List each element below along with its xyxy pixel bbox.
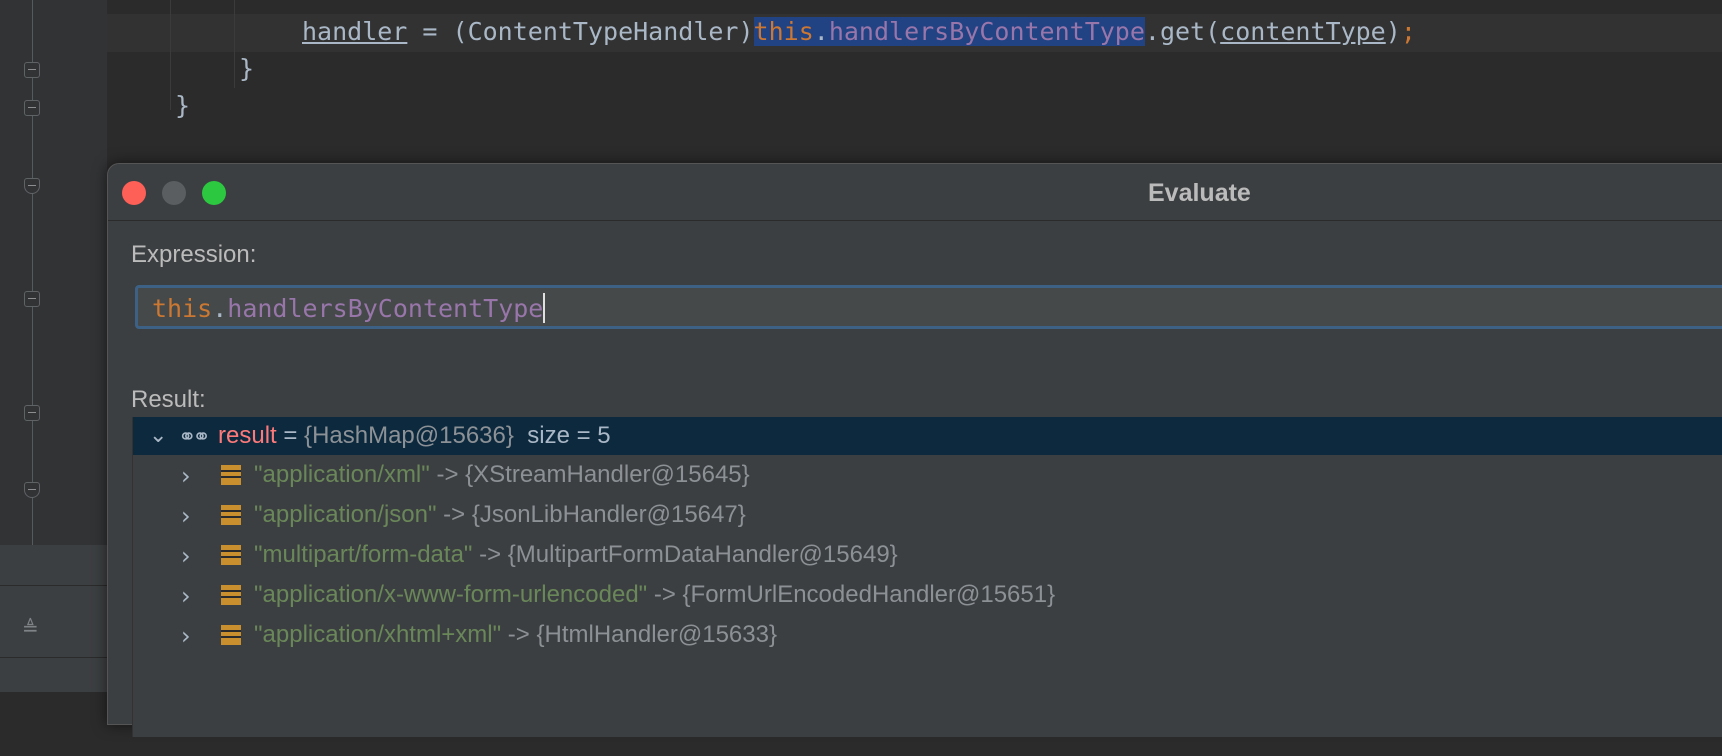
code-field: handlersByContentType: [828, 17, 1145, 46]
entry-text: "application/xhtml+xml" -> {HtmlHandler@…: [254, 621, 777, 649]
code-semicolon: ;: [1400, 17, 1416, 46]
chevron-right-icon[interactable]: ›: [181, 582, 191, 610]
result-label: Result:: [131, 386, 206, 413]
code-keyword: this: [753, 17, 814, 46]
entry-key: "application/xml": [254, 461, 430, 488]
code-identifier: handler: [302, 17, 408, 46]
entry-text: "application/x-www-form-urlencoded" -> {…: [254, 581, 1055, 609]
entry-value: {FormUrlEncodedHandler@15651}: [682, 581, 1056, 608]
tree-row-entry[interactable]: › "application/xml" -> {XStreamHandler@1…: [133, 456, 1722, 494]
chevron-right-icon[interactable]: ›: [181, 502, 191, 530]
dialog-titlebar[interactable]: Evaluate: [108, 164, 1722, 221]
code-text: .get(: [1144, 17, 1221, 46]
chevron-down-icon[interactable]: ⌄: [149, 423, 167, 448]
code-text: .: [813, 17, 829, 46]
code-text: ): [1385, 17, 1401, 46]
tree-row-entry[interactable]: › "application/json" -> {JsonLibHandler@…: [133, 496, 1722, 534]
fold-marker-icon[interactable]: [24, 405, 40, 421]
divider: [0, 585, 107, 586]
expression-input[interactable]: this.handlersByContentType: [135, 285, 1722, 329]
selected-code: this.handlersByContentType: [753, 17, 1145, 46]
entry-key: "application/json": [254, 501, 437, 528]
variable-name: result: [218, 422, 277, 449]
tree-row-result[interactable]: ⌄ ⚭⚭ result = {HashMap@15636} size = 5: [133, 417, 1722, 455]
equals-sign: =: [276, 422, 305, 449]
text-caret: [543, 293, 546, 323]
map-entry-icon: [221, 505, 241, 525]
minimize-window-button[interactable]: [162, 181, 186, 205]
tree-row-entry[interactable]: › "application/x-www-form-urlencoded" ->…: [133, 576, 1722, 614]
expression-text: this.handlersByContentType: [152, 293, 546, 323]
indent-guide: [234, 0, 235, 88]
entry-value: {MultipartFormDataHandler@15649}: [507, 541, 898, 568]
dialog-title: Evaluate: [1148, 179, 1251, 207]
entry-value: {HtmlHandler@15633}: [536, 621, 777, 648]
structure-icon[interactable]: ≜: [22, 616, 39, 640]
entry-arrow: ->: [429, 461, 466, 488]
fold-marker-icon[interactable]: [24, 62, 40, 78]
code-field: handlersByContentType: [227, 294, 544, 323]
result-tree: ⌄ ⚭⚭ result = {HashMap@15636} size = 5 ›…: [132, 417, 1722, 737]
fold-end-icon[interactable]: [24, 178, 40, 194]
entry-key: "application/x-www-form-urlencoded": [254, 581, 648, 608]
entry-text: "application/json" -> {JsonLibHandler@15…: [254, 501, 746, 529]
entry-value: {XStreamHandler@15645}: [465, 461, 750, 488]
tool-strip: [0, 545, 107, 692]
code-line[interactable]: handler = (ContentTypeHandler)this.handl…: [302, 17, 1416, 46]
entry-key: "application/xhtml+xml": [254, 621, 502, 648]
map-entry-icon: [221, 585, 241, 605]
fold-guide-line: [32, 0, 33, 545]
maximize-window-button[interactable]: [202, 181, 226, 205]
evaluate-dialog: Evaluate Expression: this.handlersByCont…: [107, 163, 1722, 737]
entry-value: {JsonLibHandler@15647}: [471, 501, 746, 528]
indent-guide: [170, 0, 171, 110]
map-entry-icon: [221, 545, 241, 565]
chevron-right-icon[interactable]: ›: [181, 462, 191, 490]
expression-label: Expression:: [131, 241, 257, 268]
fold-marker-icon[interactable]: [24, 100, 40, 116]
close-window-button[interactable]: [122, 181, 146, 205]
code-text: .: [212, 294, 228, 323]
entry-arrow: ->: [436, 501, 472, 528]
entry-key: "multipart/form-data": [254, 541, 473, 568]
result-text: result = {HashMap@15636} size = 5: [218, 422, 611, 450]
code-line[interactable]: }: [239, 54, 254, 83]
entry-arrow: ->: [501, 621, 537, 648]
entry-text: "multipart/form-data" -> {MultipartFormD…: [254, 541, 898, 569]
variable-size: size = 5: [527, 422, 611, 449]
entry-arrow: ->: [472, 541, 508, 568]
map-entry-icon: [221, 625, 241, 645]
map-entry-icon: [221, 465, 241, 485]
fold-end-icon[interactable]: [24, 482, 40, 498]
entry-arrow: ->: [647, 581, 683, 608]
editor-gutter: [0, 0, 107, 545]
divider: [0, 657, 107, 658]
fold-marker-icon[interactable]: [24, 291, 40, 307]
code-identifier: contentType: [1220, 17, 1386, 46]
entry-text: "application/xml" -> {XStreamHandler@156…: [254, 461, 750, 489]
glasses-icon: ⚭⚭: [178, 425, 211, 450]
chevron-right-icon[interactable]: ›: [181, 542, 191, 570]
tree-row-entry[interactable]: › "application/xhtml+xml" -> {HtmlHandle…: [133, 616, 1722, 654]
chevron-right-icon[interactable]: ›: [181, 622, 191, 650]
code-keyword: this: [152, 294, 213, 323]
variable-type: {HashMap@15636}: [304, 422, 514, 449]
tree-row-entry[interactable]: › "multipart/form-data" -> {MultipartFor…: [133, 536, 1722, 574]
code-text: = (ContentTypeHandler): [407, 17, 754, 46]
code-line[interactable]: }: [175, 91, 190, 120]
